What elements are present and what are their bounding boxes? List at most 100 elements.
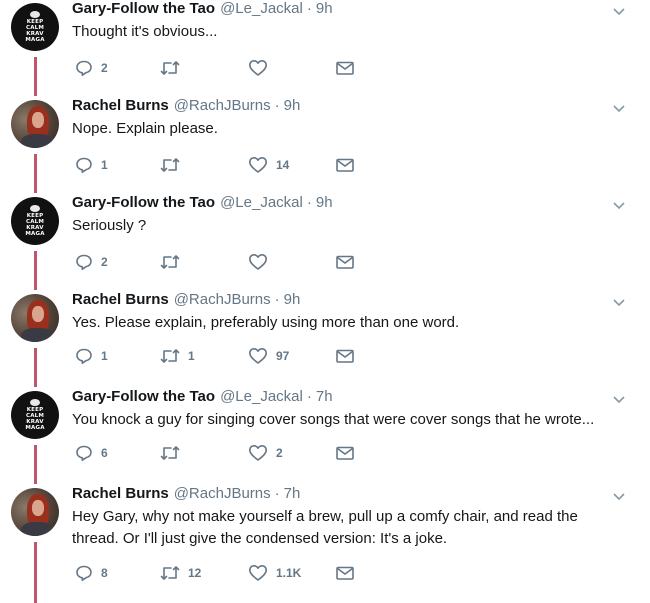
chevron-down-icon[interactable] (612, 7, 626, 17)
reply-count: 6 (101, 446, 108, 460)
chevron-down-icon[interactable] (612, 395, 626, 405)
retweet-button[interactable] (160, 443, 188, 463)
timestamp[interactable]: 9h (316, 0, 333, 17)
tweet-actions: 1 1 97 (72, 346, 372, 366)
thread-line (34, 154, 37, 193)
heart-icon (249, 348, 267, 364)
dm-button[interactable] (335, 563, 355, 583)
dm-button[interactable] (335, 58, 355, 78)
chevron-down-icon[interactable] (612, 201, 626, 211)
dm-button[interactable] (335, 346, 355, 366)
avatar-face (32, 112, 44, 128)
separator: · (274, 97, 280, 114)
author-handle[interactable]: @RachJBurns (174, 291, 271, 308)
retweet-button[interactable]: 12 (160, 563, 201, 583)
like-button[interactable]: 14 (248, 155, 289, 175)
like-count: 2 (276, 446, 283, 460)
chevron-down-icon[interactable] (612, 104, 626, 114)
reply-button[interactable]: 2 (75, 252, 108, 272)
tweet-header: Rachel Burns @RachJBurns · 9h (72, 291, 632, 311)
avatar[interactable]: KEEP CALM KRAV MAGA (11, 3, 59, 51)
reply-button[interactable]: 8 (75, 563, 108, 583)
like-button[interactable]: 1.1K (248, 563, 301, 583)
tweet-text: thread. Or I'll just give the condensed … (72, 530, 448, 547)
retweet-button[interactable] (160, 155, 188, 175)
reply-count: 2 (101, 61, 108, 75)
heart-icon (249, 157, 267, 173)
reply-count: 1 (101, 158, 108, 172)
author-handle[interactable]: @RachJBurns (174, 97, 271, 114)
dm-button[interactable] (335, 155, 355, 175)
retweet-button[interactable] (160, 58, 188, 78)
author-handle[interactable]: @Le_Jackal (220, 194, 303, 211)
thread-line (34, 57, 37, 96)
avatar-text-line: MAGA (25, 425, 45, 431)
dm-button[interactable] (335, 252, 355, 272)
reply-icon (76, 565, 92, 581)
author-name[interactable]: Gary-Follow the Tao (72, 194, 215, 211)
author-name[interactable]: Gary-Follow the Tao (72, 388, 215, 405)
avatar-body (21, 328, 53, 342)
avatar-body (21, 522, 53, 536)
author-name[interactable]: Rachel Burns (72, 291, 169, 308)
reply-button[interactable]: 2 (75, 58, 108, 78)
reply-icon (76, 348, 92, 364)
retweet-button[interactable] (160, 252, 188, 272)
reply-count: 1 (101, 349, 108, 363)
envelope-icon (336, 566, 354, 580)
tweet-text: Hey Gary, why not make yourself a brew, … (72, 508, 578, 525)
avatar[interactable]: KEEP CALM KRAV MAGA (11, 197, 59, 245)
timestamp[interactable]: 9h (284, 97, 301, 114)
tweet-text: Yes. Please explain, preferably using mo… (72, 314, 460, 331)
tweet-header: Rachel Burns @RachJBurns · 9h (72, 97, 632, 117)
crown-icon (30, 399, 40, 406)
like-button[interactable] (248, 58, 276, 78)
envelope-icon (336, 255, 354, 269)
reply-icon (76, 157, 92, 173)
like-button[interactable]: 2 (248, 443, 283, 463)
avatar[interactable] (11, 488, 59, 536)
author-name[interactable]: Rachel Burns (72, 485, 169, 502)
timestamp[interactable]: 7h (284, 485, 301, 502)
retweet-icon (160, 61, 180, 75)
author-handle[interactable]: @Le_Jackal (220, 0, 303, 17)
timestamp[interactable]: 9h (284, 291, 301, 308)
like-button[interactable]: 97 (248, 346, 289, 366)
retweet-button[interactable]: 1 (160, 346, 195, 366)
avatar[interactable] (11, 294, 59, 342)
author-name[interactable]: Rachel Burns (72, 97, 169, 114)
chevron-down-icon[interactable] (612, 298, 626, 308)
tweet-actions: 2 (72, 252, 372, 272)
author-handle[interactable]: @RachJBurns (174, 485, 271, 502)
retweet-icon (160, 255, 180, 269)
reply-button[interactable]: 1 (75, 155, 108, 175)
retweet-icon (160, 566, 180, 580)
author-handle[interactable]: @Le_Jackal (220, 388, 303, 405)
heart-icon (249, 565, 267, 581)
thread-line (34, 445, 37, 484)
reply-button[interactable]: 6 (75, 443, 108, 463)
separator: · (306, 194, 312, 211)
tweet-actions: 1 14 (72, 155, 372, 175)
tweet-header: Gary-Follow the Tao @Le_Jackal · 7h (72, 388, 632, 408)
timestamp[interactable]: 7h (316, 388, 333, 405)
envelope-icon (336, 61, 354, 75)
dm-button[interactable] (335, 443, 355, 463)
chevron-down-icon[interactable] (612, 492, 626, 502)
timestamp[interactable]: 9h (316, 194, 333, 211)
like-count: 1.1K (276, 566, 302, 580)
avatar[interactable] (11, 100, 59, 148)
separator: · (306, 388, 312, 405)
crown-icon (30, 11, 40, 18)
author-name[interactable]: Gary-Follow the Tao (72, 0, 215, 17)
tweet-text: You knock a guy for singing cover songs … (72, 411, 595, 428)
reply-button[interactable]: 1 (75, 346, 108, 366)
avatar[interactable]: KEEP CALM KRAV MAGA (11, 391, 59, 439)
like-button[interactable] (248, 252, 276, 272)
avatar-face (32, 500, 44, 516)
crown-icon (30, 205, 40, 212)
envelope-icon (336, 446, 354, 460)
retweet-icon (160, 349, 180, 363)
heart-icon (249, 254, 267, 270)
separator: · (274, 485, 280, 502)
